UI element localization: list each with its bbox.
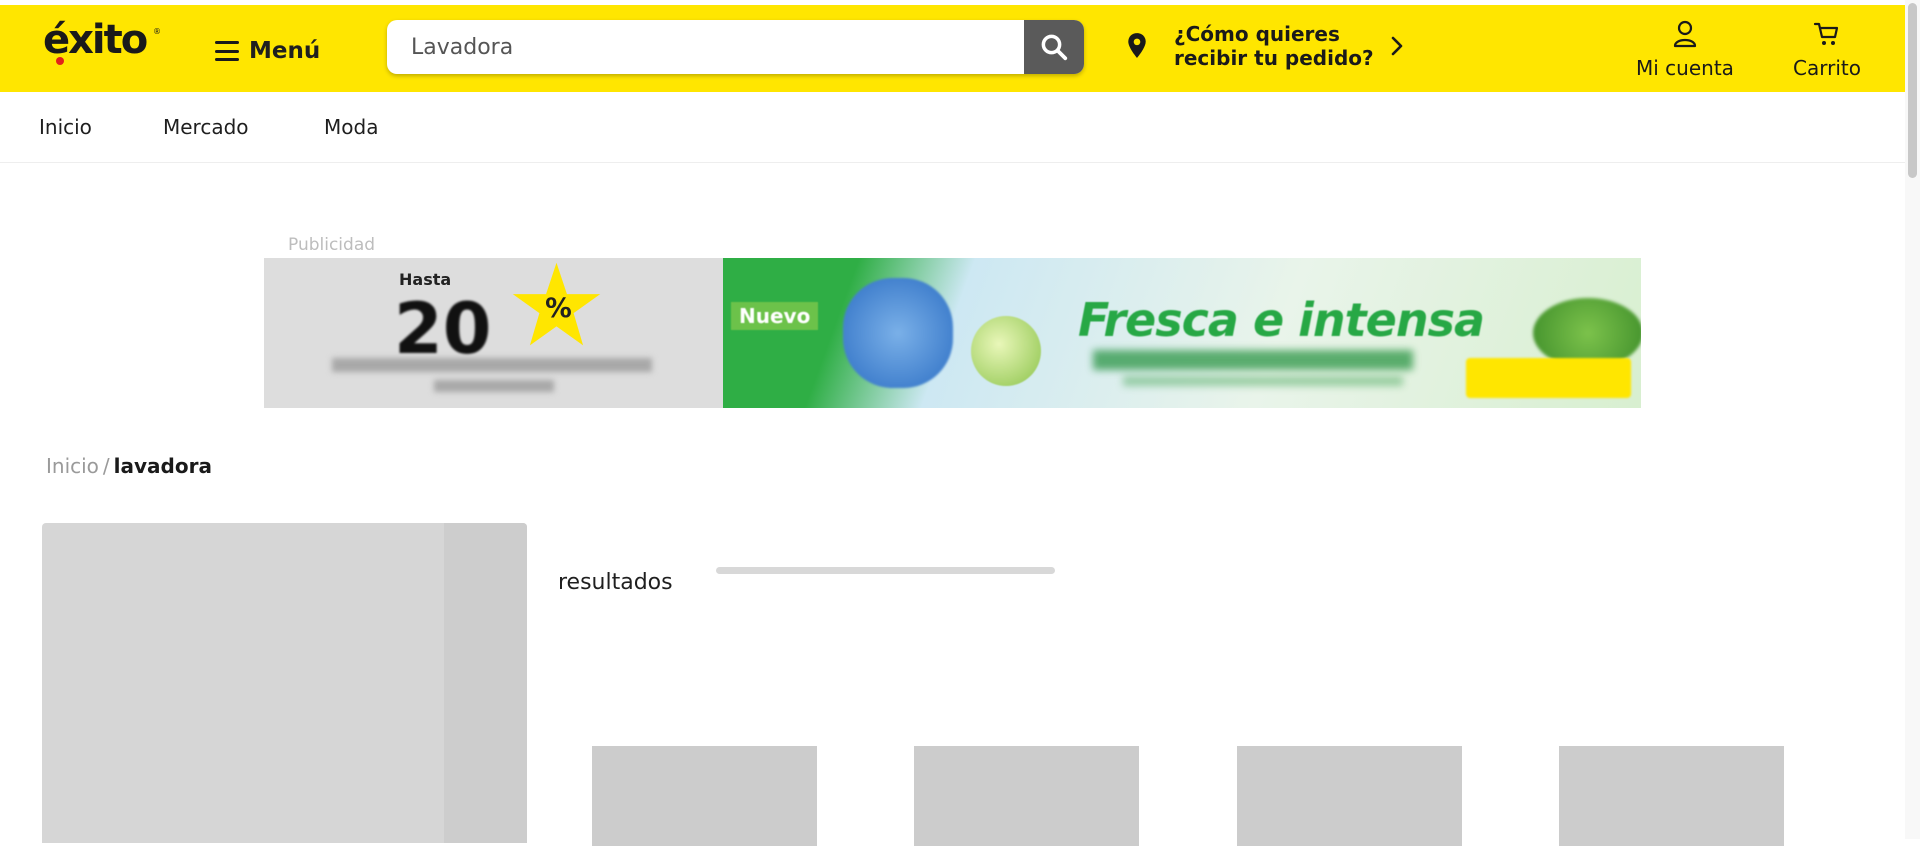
ad-apple-image: [971, 316, 1041, 386]
search-bar: [387, 20, 1084, 74]
ad-fine-print-2: [434, 380, 554, 392]
breadcrumb-separator: /: [102, 454, 110, 478]
top-header: éxito ® Menú ¿Cómo quieres recibir tu pe…: [0, 5, 1905, 92]
account-label: Mi cuenta: [1636, 56, 1734, 80]
results-label: resultados: [558, 570, 673, 595]
product-card-skeleton: [1559, 746, 1784, 846]
logo-dot: [56, 57, 64, 65]
scrollbar-thumb[interactable]: [1908, 3, 1917, 178]
nav-item-moda[interactable]: Moda: [324, 115, 378, 139]
delivery-line-2: recibir tu pedido?: [1174, 46, 1374, 70]
search-input[interactable]: [387, 20, 1022, 74]
ad-banner[interactable]: Hasta 20 % Nuevo Fresca e intensa: [264, 258, 1641, 408]
menu-label: Menú: [249, 38, 321, 64]
product-card-skeleton: [1237, 746, 1462, 846]
star-icon: %: [512, 262, 601, 346]
account-button[interactable]: Mi cuenta: [1636, 20, 1734, 80]
logo-registered-mark: ®: [153, 27, 161, 36]
menu-button[interactable]: Menú: [215, 33, 320, 69]
nav-item-mercado[interactable]: Mercado: [163, 115, 249, 139]
category-nav: Inicio Mercado Moda: [0, 92, 1905, 163]
delivery-selector[interactable]: ¿Cómo quieres recibir tu pedido?: [1126, 22, 1404, 70]
user-icon: [1673, 20, 1697, 48]
location-pin-icon: [1128, 33, 1146, 58]
ad-label: Publicidad: [288, 235, 376, 255]
ad-product-panel: Nuevo Fresca e intensa: [723, 258, 1641, 408]
ad-subtitle: [1093, 350, 1413, 370]
search-button[interactable]: [1024, 20, 1084, 74]
ad-new-tag: Nuevo: [731, 302, 819, 330]
cart-label: Carrito: [1793, 56, 1861, 80]
cart-button[interactable]: Carrito: [1793, 20, 1861, 80]
product-card-skeleton: [914, 746, 1139, 846]
breadcrumb-home[interactable]: Inicio: [46, 454, 99, 478]
filters-skeleton-column: [444, 523, 527, 843]
ad-promo-panel: Hasta 20 %: [264, 258, 723, 408]
results-count-skeleton: [716, 567, 1055, 574]
ad-subtitle-2: [1123, 376, 1403, 386]
chevron-right-icon: [1391, 36, 1402, 56]
ad-headline: Fresca e intensa: [1078, 293, 1485, 347]
breadcrumb: Inicio / lavadora: [46, 454, 212, 478]
breadcrumb-current: lavadora: [113, 454, 212, 478]
ad-hasta-text: Hasta: [399, 270, 452, 289]
ad-percent-sign: %: [545, 293, 572, 324]
page-scrollbar[interactable]: [1905, 0, 1920, 839]
search-icon: [1041, 34, 1068, 61]
ad-product-image: [843, 278, 953, 388]
product-card-skeleton: [592, 746, 817, 846]
ad-cta-button[interactable]: [1466, 358, 1631, 398]
menu-icon: [215, 41, 239, 61]
ad-fine-print: [332, 358, 652, 372]
delivery-line-1: ¿Cómo quieres: [1174, 22, 1340, 46]
cart-icon: [1813, 22, 1839, 45]
delivery-text: ¿Cómo quieres recibir tu pedido?: [1174, 22, 1374, 70]
nav-item-inicio[interactable]: Inicio: [39, 115, 92, 139]
filters-skeleton: [42, 523, 527, 843]
